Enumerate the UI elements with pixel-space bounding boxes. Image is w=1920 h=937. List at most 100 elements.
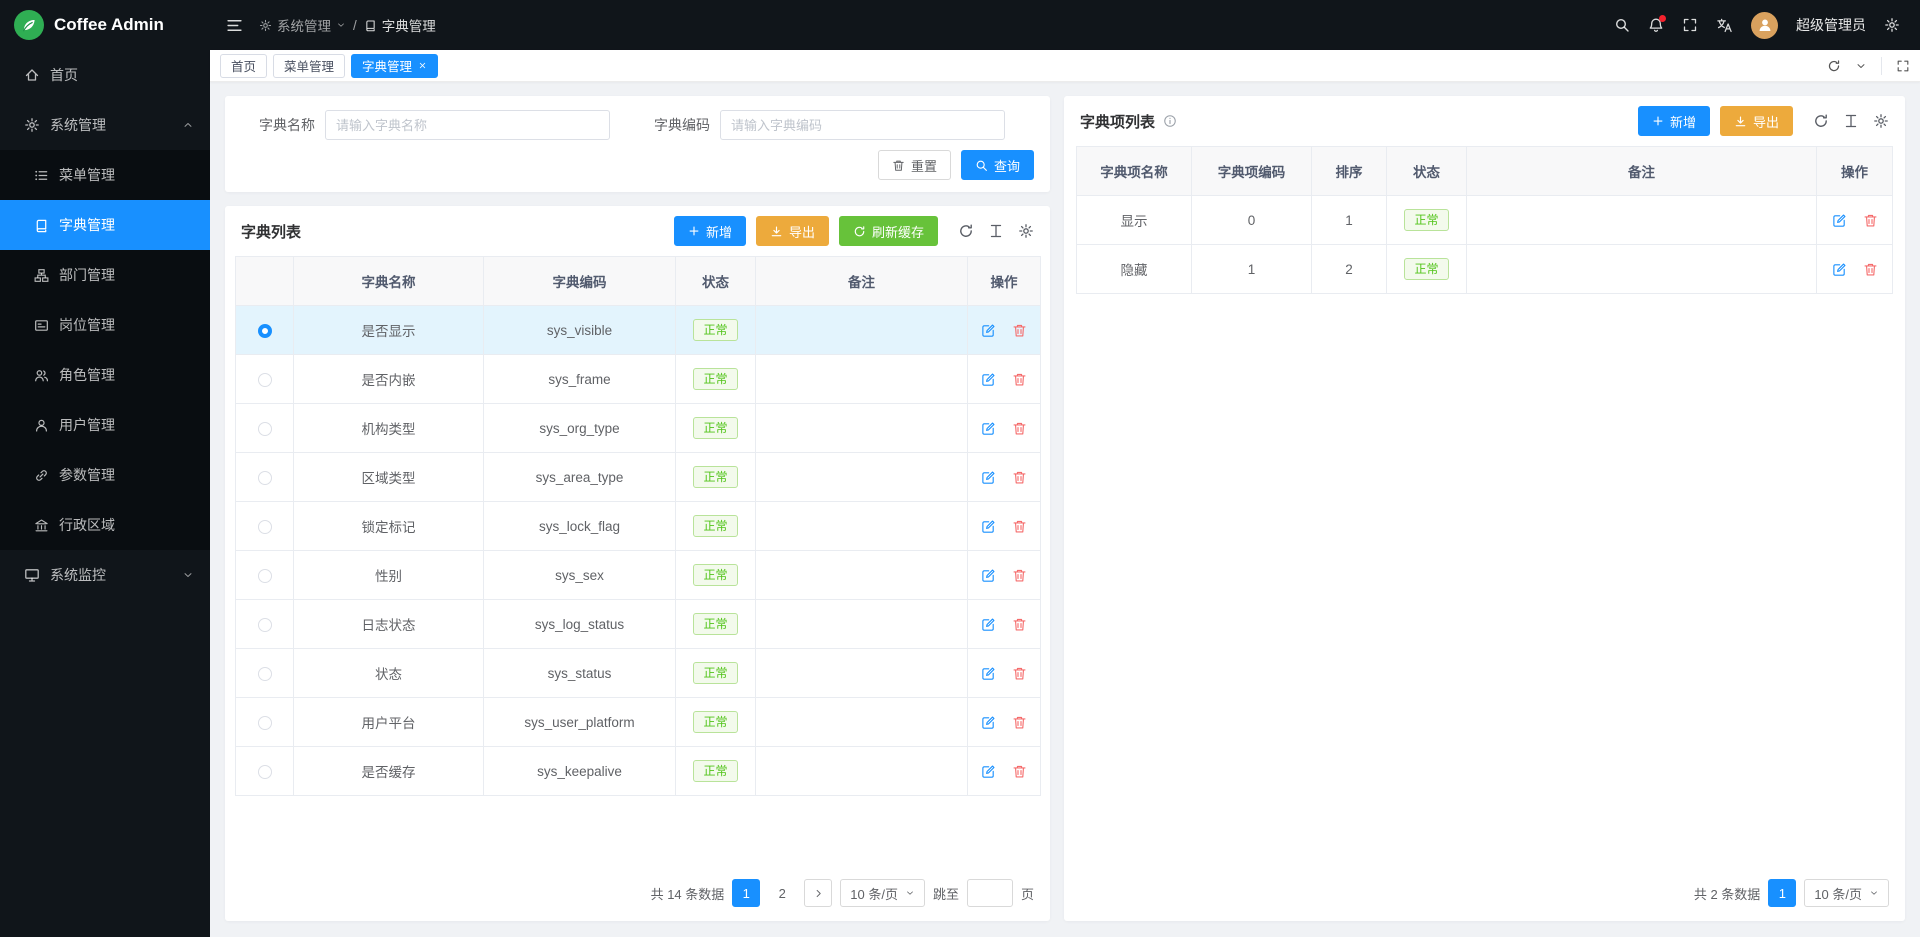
delete-icon[interactable] [1012, 323, 1027, 338]
sidebar-item-admin-region[interactable]: 行政区域 [0, 500, 210, 550]
column-settings-gear-icon[interactable] [1018, 223, 1034, 239]
chevron-down-icon[interactable] [1855, 60, 1867, 72]
search-icon[interactable] [1614, 17, 1630, 33]
delete-icon[interactable] [1012, 568, 1027, 583]
export-dict-button[interactable]: 导出 [756, 216, 829, 246]
row-radio[interactable] [258, 422, 272, 436]
remark-cell [756, 747, 968, 796]
export-dict-item-button[interactable]: 导出 [1720, 106, 1793, 136]
row-density-icon[interactable] [988, 223, 1004, 239]
dict-name-input[interactable] [325, 110, 610, 140]
edit-icon[interactable] [981, 666, 996, 681]
fullscreen-icon[interactable] [1682, 17, 1698, 33]
info-icon[interactable] [1163, 114, 1177, 128]
tab-dict-mgmt[interactable]: 字典管理 [351, 54, 438, 78]
table-row[interactable]: 显示 0 1 正常 [1077, 196, 1893, 245]
refresh-table-icon[interactable] [958, 223, 974, 239]
sidebar-item-user-mgmt[interactable]: 用户管理 [0, 400, 210, 450]
dict-name-cell: 状态 [294, 649, 484, 698]
table-row[interactable]: 是否内嵌 sys_frame 正常 [236, 355, 1041, 404]
query-button[interactable]: 查询 [961, 150, 1034, 180]
column-settings-gear-icon[interactable] [1873, 113, 1889, 129]
tab-menu-mgmt[interactable]: 菜单管理 [273, 54, 345, 78]
row-radio[interactable] [258, 373, 272, 387]
delete-icon[interactable] [1012, 470, 1027, 485]
sidebar-item-system-monitor[interactable]: 系统监控 [0, 550, 210, 600]
row-radio[interactable] [258, 520, 272, 534]
table-row[interactable]: 隐藏 1 2 正常 [1077, 245, 1893, 294]
row-radio[interactable] [258, 471, 272, 485]
table-row[interactable]: 性别 sys_sex 正常 [236, 551, 1041, 600]
sidebar-collapse-icon[interactable] [226, 17, 243, 34]
page-size-select[interactable]: 10 条/页 [1804, 879, 1889, 907]
row-radio[interactable] [258, 324, 272, 338]
row-density-icon[interactable] [1843, 113, 1859, 129]
delete-icon[interactable] [1012, 764, 1027, 779]
add-dict-item-button[interactable]: 新增 [1638, 106, 1710, 136]
table-row[interactable]: 锁定标记 sys_lock_flag 正常 [236, 502, 1041, 551]
breadcrumb-item-system-mgmt[interactable]: 系统管理 [259, 15, 346, 35]
row-radio[interactable] [258, 667, 272, 681]
avatar[interactable] [1751, 12, 1778, 39]
edit-icon[interactable] [981, 470, 996, 485]
delete-icon[interactable] [1012, 372, 1027, 387]
delete-icon[interactable] [1863, 213, 1878, 228]
settings-gear-icon[interactable] [1884, 17, 1900, 33]
refresh-cache-button[interactable]: 刷新缓存 [839, 216, 938, 246]
table-row[interactable]: 机构类型 sys_org_type 正常 [236, 404, 1041, 453]
edit-icon[interactable] [981, 617, 996, 632]
current-user-name[interactable]: 超级管理员 [1796, 15, 1866, 35]
edit-icon[interactable] [1832, 213, 1847, 228]
sidebar-item-system-mgmt[interactable]: 系统管理 [0, 100, 210, 150]
edit-icon[interactable] [981, 421, 996, 436]
delete-icon[interactable] [1012, 666, 1027, 681]
sidebar-item-menu-mgmt[interactable]: 菜单管理 [0, 150, 210, 200]
delete-icon[interactable] [1012, 421, 1027, 436]
sidebar-item-param-mgmt[interactable]: 参数管理 [0, 450, 210, 500]
close-icon[interactable] [418, 61, 427, 70]
edit-icon[interactable] [981, 323, 996, 338]
tab-home[interactable]: 首页 [220, 54, 267, 78]
delete-icon[interactable] [1863, 262, 1878, 277]
table-row[interactable]: 日志状态 sys_log_status 正常 [236, 600, 1041, 649]
refresh-table-icon[interactable] [1813, 113, 1829, 129]
table-row[interactable]: 区域类型 sys_area_type 正常 [236, 453, 1041, 502]
edit-icon[interactable] [981, 764, 996, 779]
translate-icon[interactable] [1716, 17, 1733, 34]
sidebar-item-home[interactable]: 首页 [0, 50, 210, 100]
table-row[interactable]: 用户平台 sys_user_platform 正常 [236, 698, 1041, 747]
app-logo[interactable]: Coffee Admin [0, 0, 210, 50]
edit-icon[interactable] [981, 715, 996, 730]
remark-cell [756, 306, 968, 355]
edit-icon[interactable] [981, 519, 996, 534]
reset-button[interactable]: 重置 [878, 150, 951, 180]
add-dict-button[interactable]: 新增 [674, 216, 746, 246]
page-button-1[interactable]: 1 [1768, 879, 1796, 907]
delete-icon[interactable] [1012, 715, 1027, 730]
table-row[interactable]: 是否显示 sys_visible 正常 [236, 306, 1041, 355]
next-page-button[interactable] [804, 879, 832, 907]
edit-icon[interactable] [981, 568, 996, 583]
row-radio[interactable] [258, 618, 272, 632]
jump-page-input[interactable] [967, 879, 1013, 907]
table-row[interactable]: 是否缓存 sys_keepalive 正常 [236, 747, 1041, 796]
row-radio[interactable] [258, 765, 272, 779]
page-button-1[interactable]: 1 [732, 879, 760, 907]
page-size-select[interactable]: 10 条/页 [840, 879, 925, 907]
expand-layout-icon[interactable] [1896, 59, 1910, 73]
sidebar-item-dept-mgmt[interactable]: 部门管理 [0, 250, 210, 300]
notifications-button[interactable] [1648, 17, 1664, 33]
page-button-2[interactable]: 2 [768, 879, 796, 907]
edit-icon[interactable] [1832, 262, 1847, 277]
delete-icon[interactable] [1012, 519, 1027, 534]
dict-code-input[interactable] [720, 110, 1005, 140]
edit-icon[interactable] [981, 372, 996, 387]
row-radio[interactable] [258, 569, 272, 583]
sidebar-item-post-mgmt[interactable]: 岗位管理 [0, 300, 210, 350]
sidebar-item-role-mgmt[interactable]: 角色管理 [0, 350, 210, 400]
sidebar-item-dict-mgmt[interactable]: 字典管理 [0, 200, 210, 250]
row-radio[interactable] [258, 716, 272, 730]
table-row[interactable]: 状态 sys_status 正常 [236, 649, 1041, 698]
delete-icon[interactable] [1012, 617, 1027, 632]
refresh-icon[interactable] [1827, 59, 1841, 73]
